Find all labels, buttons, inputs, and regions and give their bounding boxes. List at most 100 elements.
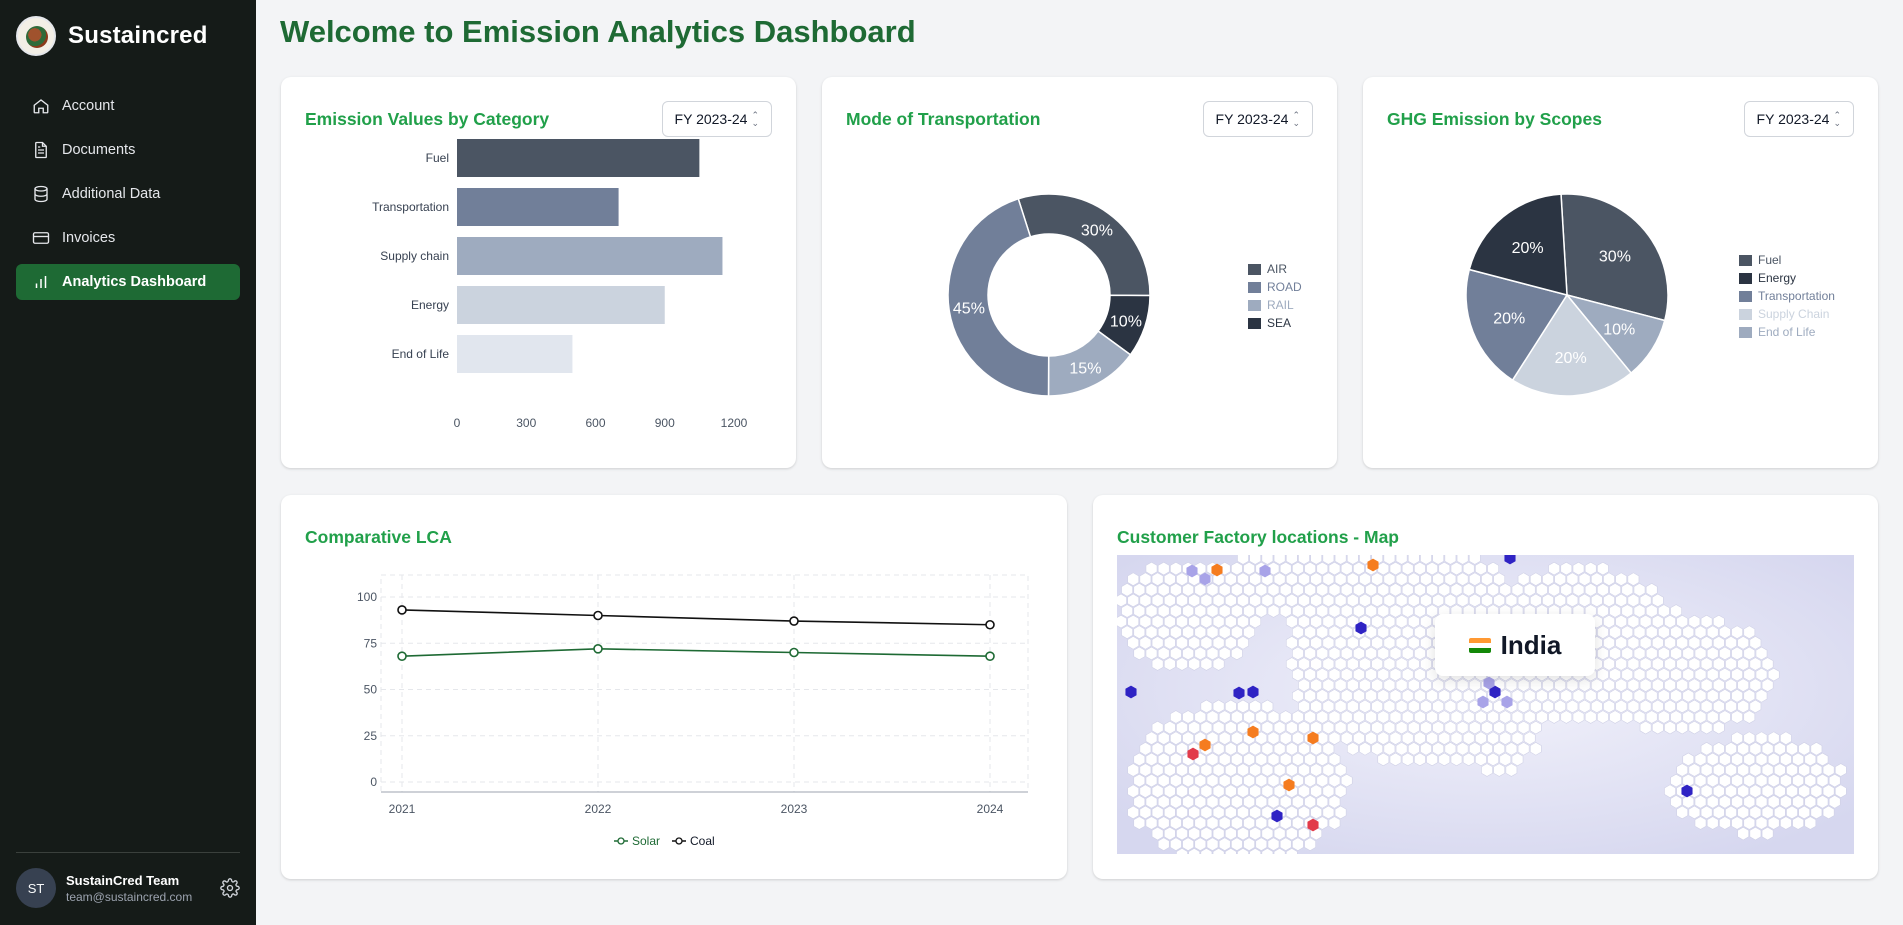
map-hex xyxy=(1371,699,1384,714)
data-point[interactable] xyxy=(397,605,407,615)
data-point[interactable] xyxy=(593,644,603,654)
map-hex xyxy=(1328,646,1341,661)
legend-item[interactable]: Transportation xyxy=(1739,287,1835,305)
map-hex xyxy=(1249,572,1262,586)
factory-map[interactable] xyxy=(1117,555,1854,854)
map-hex xyxy=(1401,583,1414,597)
map-hex xyxy=(1639,699,1652,714)
map-hex xyxy=(1334,784,1347,798)
map-hex xyxy=(1237,763,1249,777)
avatar[interactable]: ST xyxy=(16,868,56,908)
map-hex xyxy=(1609,625,1621,639)
bar[interactable] xyxy=(457,286,665,324)
map-hex xyxy=(1450,583,1463,597)
map-hex xyxy=(1231,583,1243,597)
map-hex xyxy=(1731,710,1743,724)
map-hex xyxy=(1243,604,1255,618)
sidebar-item-additional-data[interactable]: Additional Data xyxy=(16,176,240,212)
bar[interactable] xyxy=(457,237,723,275)
map-hex xyxy=(1285,614,1298,629)
data-point[interactable] xyxy=(593,610,603,621)
map-hex xyxy=(1157,604,1170,618)
map-hex xyxy=(1597,561,1609,576)
sidebar-item-analytics-dashboard[interactable]: Analytics Dashboard xyxy=(16,264,240,300)
map-hex xyxy=(1279,583,1292,597)
map-hex xyxy=(1170,816,1182,830)
map-hex xyxy=(1395,678,1408,692)
data-point[interactable] xyxy=(397,651,407,661)
map-hex xyxy=(1340,689,1353,703)
map-hex xyxy=(1310,657,1323,671)
legend-item[interactable]: Supply Chain xyxy=(1739,305,1835,323)
map-hex xyxy=(1218,583,1231,597)
map-hex xyxy=(1237,742,1249,756)
sidebar-item-invoices[interactable]: Invoices xyxy=(16,220,240,256)
bar[interactable] xyxy=(457,335,573,373)
map-hex xyxy=(1340,561,1353,576)
map-hex xyxy=(1133,604,1146,618)
pie-slice[interactable] xyxy=(1017,193,1151,297)
map-hex xyxy=(1292,646,1304,661)
map-hex xyxy=(1279,837,1292,851)
factory-map-card: Customer Factory locations - Map xyxy=(1093,495,1878,879)
map-hex xyxy=(1298,784,1310,798)
legend-item[interactable]: End of Life xyxy=(1739,323,1835,341)
bar-label: Supply chain xyxy=(380,249,449,263)
map-hex xyxy=(1206,752,1219,767)
map-hex xyxy=(1414,625,1426,639)
map-hex xyxy=(1597,604,1609,618)
map-hex xyxy=(1566,678,1579,692)
map-hex xyxy=(1749,763,1762,777)
legend-item[interactable]: Energy xyxy=(1739,269,1835,287)
map-hex xyxy=(1590,699,1603,714)
legend-item[interactable]: RAIL xyxy=(1248,296,1302,314)
legend-item[interactable]: ROAD xyxy=(1248,278,1302,296)
map-hex xyxy=(1798,763,1811,777)
map-hex xyxy=(1560,710,1573,724)
map-hex xyxy=(1304,625,1316,639)
legend-item[interactable]: Fuel xyxy=(1739,251,1835,269)
bar[interactable] xyxy=(457,139,700,177)
data-point[interactable] xyxy=(985,619,995,630)
map-hex xyxy=(1206,604,1219,618)
map-hex xyxy=(1298,593,1310,608)
data-point[interactable] xyxy=(985,651,995,661)
legend-item[interactable]: SEA xyxy=(1248,314,1302,332)
map-hex xyxy=(1139,784,1152,798)
map-hex xyxy=(1438,689,1451,703)
map-hex xyxy=(1706,689,1719,703)
mode-of-transportation-card: Mode of Transportation FY 2023-24 ⌃ ⌄ 30%… xyxy=(822,77,1337,468)
legend-item[interactable]: AIR xyxy=(1248,260,1302,278)
map-hex xyxy=(1542,678,1554,692)
map-hex xyxy=(1505,720,1518,735)
map-hex xyxy=(1346,699,1359,714)
map-hex xyxy=(1462,583,1475,597)
map-hex xyxy=(1395,636,1408,650)
sidebar-item-account[interactable]: Account xyxy=(16,88,240,124)
gear-icon[interactable] xyxy=(220,878,240,898)
map-hex xyxy=(1621,583,1634,597)
data-point[interactable] xyxy=(789,616,799,626)
map-hex xyxy=(1267,795,1280,809)
map-hex xyxy=(1157,731,1170,745)
map-hex xyxy=(1316,646,1329,661)
map-hex xyxy=(1334,572,1347,586)
brand[interactable]: Sustaincred xyxy=(16,16,208,56)
map-hex xyxy=(1810,805,1823,820)
map-hex xyxy=(1712,763,1725,777)
map-hex xyxy=(1383,720,1396,735)
map-hex xyxy=(1548,561,1560,576)
map-hex xyxy=(1188,826,1201,841)
legend-label: AIR xyxy=(1267,262,1288,276)
bar[interactable] xyxy=(457,188,619,226)
legend-label[interactable]: Coal xyxy=(690,834,715,848)
sidebar-item-documents[interactable]: Documents xyxy=(16,132,240,168)
map-hex xyxy=(1328,710,1341,724)
map-hex xyxy=(1340,710,1353,724)
map-hex xyxy=(1157,837,1170,851)
card-title: Customer Factory locations - Map xyxy=(1117,527,1399,547)
legend-label[interactable]: Solar xyxy=(632,834,660,848)
map-hex xyxy=(1505,742,1518,756)
data-point[interactable] xyxy=(789,647,799,658)
map-hex xyxy=(1420,742,1432,756)
